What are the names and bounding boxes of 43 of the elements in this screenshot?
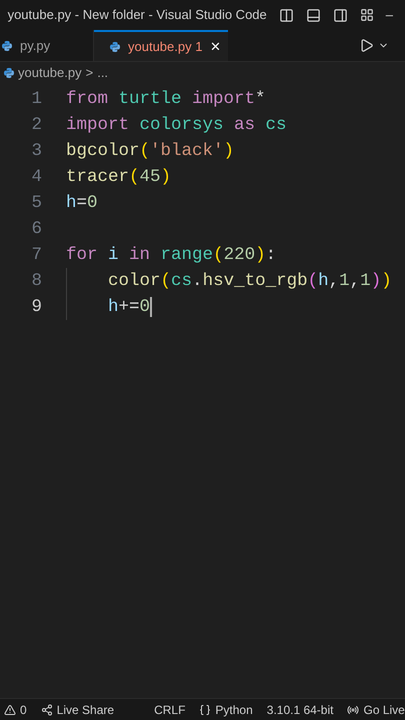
run-icon[interactable]: [359, 38, 374, 53]
minimize-button[interactable]: –: [386, 5, 393, 25]
problems-count[interactable]: 0: [20, 700, 27, 718]
close-icon[interactable]: ×: [210, 34, 220, 60]
line-number: 9: [30, 296, 42, 319]
breadcrumb-item[interactable]: youtube.py: [18, 63, 82, 83]
share-icon: [40, 704, 53, 716]
layout-icon[interactable]: [360, 8, 374, 22]
panel-toggle-icon[interactable]: [306, 8, 321, 22]
live-share-button[interactable]: Live Share: [56, 700, 114, 718]
language-mode[interactable]: Python: [215, 700, 253, 718]
line-number: 8: [30, 270, 42, 293]
python-file-icon: [4, 68, 14, 78]
code-line: for i in range(220):: [66, 244, 276, 267]
breadcrumb-separator: >: [86, 64, 94, 82]
sidebar-toggle-icon[interactable]: [278, 8, 294, 22]
line-number: 2: [30, 114, 42, 137]
line-ending-indicator[interactable]: CRLF: [154, 700, 186, 718]
python-file-icon: [2, 40, 12, 50]
line-number: 6: [30, 218, 42, 241]
line-number: 7: [30, 244, 42, 267]
code-line: h=0: [66, 192, 98, 215]
line-number: 4: [30, 166, 42, 189]
broadcast-icon: [347, 704, 360, 716]
breadcrumb-item[interactable]: ...: [97, 63, 108, 83]
line-number: 5: [30, 192, 42, 215]
line-number: 1: [30, 88, 42, 111]
window-title: youtube.py - New folder - Visual Studio Code: [8, 6, 267, 24]
code-line: color(cs.hsv_to_rgb(h,1,1)): [108, 270, 392, 293]
code-line: bgcolor('black'): [66, 140, 234, 163]
code-line: h+=0: [108, 296, 150, 319]
interpreter-version[interactable]: 3.10.1 64-bit: [266, 700, 334, 718]
go-live-button[interactable]: Go Live: [363, 700, 405, 718]
warning-icon: [4, 704, 16, 716]
code-line: tracer(45): [66, 166, 172, 189]
code-line: import colorsys as cs: [66, 114, 287, 137]
line-number: 3: [30, 140, 42, 163]
secondary-sidebar-icon[interactable]: [332, 8, 348, 22]
editor-tab[interactable]: youtube.py 1 ×: [94, 30, 228, 61]
code-line: from turtle import*: [66, 88, 266, 111]
text-cursor: [150, 297, 152, 317]
braces-icon: [199, 704, 212, 716]
python-file-icon: [110, 42, 120, 52]
